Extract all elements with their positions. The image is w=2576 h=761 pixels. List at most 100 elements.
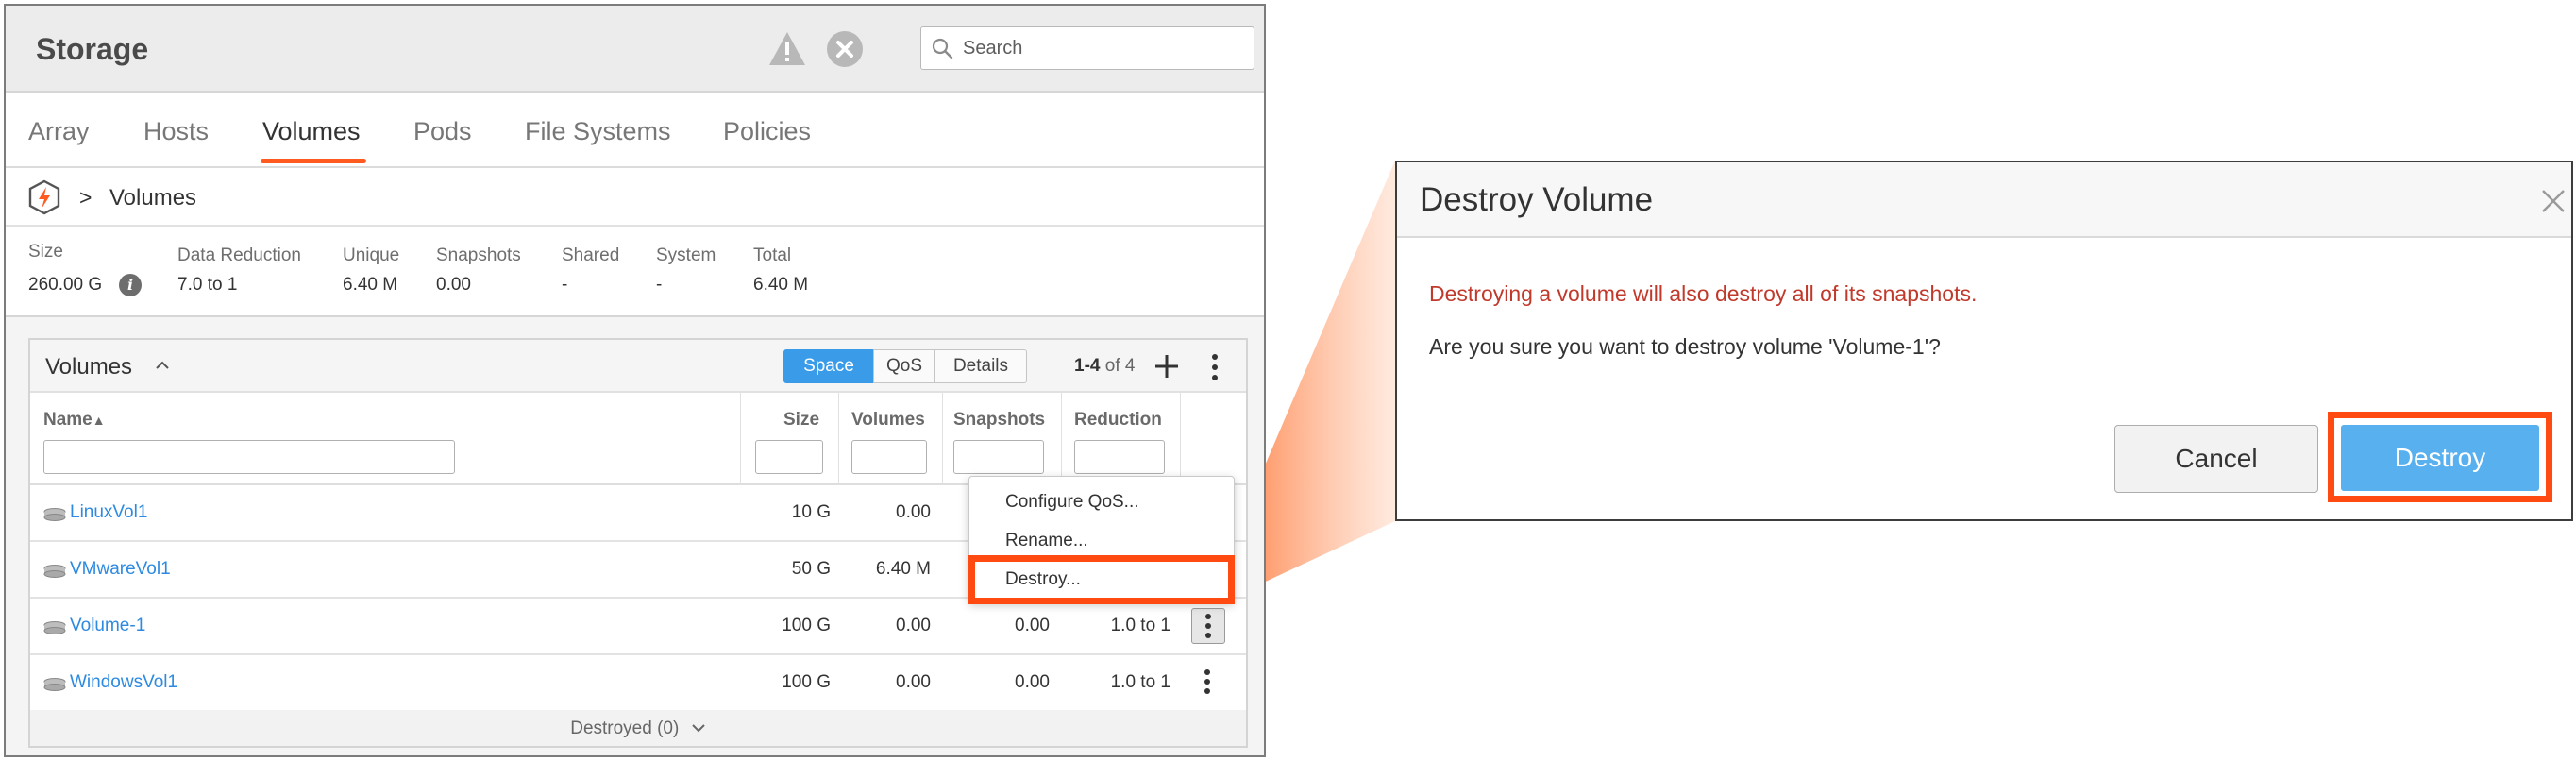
dialog-title: Destroy Volume xyxy=(1420,181,1654,218)
reduction-filter-input[interactable] xyxy=(1074,440,1165,474)
breadcrumb-separator: > xyxy=(79,185,93,210)
volume-name-link[interactable]: WindowsVol1 xyxy=(70,672,177,693)
view-details-button[interactable]: Details xyxy=(934,349,1027,383)
stat-label-snapshots: Snapshots xyxy=(436,245,521,265)
search-box[interactable] xyxy=(920,26,1254,70)
view-qos-button[interactable]: QoS xyxy=(873,349,935,383)
dialog-header: Destroy Volume xyxy=(1397,162,2571,238)
close-icon[interactable] xyxy=(2539,187,2568,215)
cell-size: 50 G xyxy=(791,559,831,579)
sort-ascending-icon: ▲ xyxy=(92,413,106,428)
tab-volumes[interactable]: Volumes xyxy=(262,117,361,146)
info-icon[interactable]: i xyxy=(119,274,142,296)
breadcrumb-current: Volumes xyxy=(109,185,197,211)
menu-item-configure-qos[interactable]: Configure QoS... xyxy=(1005,492,1139,513)
destroy-volume-dialog: Destroy Volume Destroying a volume will … xyxy=(1395,161,2573,521)
cell-volumes: 0.00 xyxy=(896,502,931,522)
cell-reduction: 1.0 to 1 xyxy=(1110,672,1170,692)
column-header-size[interactable]: Size xyxy=(783,410,819,431)
destroy-button[interactable]: Destroy xyxy=(2341,425,2539,491)
volumes-card-header: Volumes Space QoS Details 1-4 of 4 xyxy=(30,340,1246,393)
app-title: Storage xyxy=(36,32,149,66)
table-row[interactable]: WindowsVol1 100 G 0.00 0.00 1.0 to 1 xyxy=(30,655,1246,712)
tab-file-systems[interactable]: File Systems xyxy=(525,117,671,146)
stat-label-system: System xyxy=(656,245,716,265)
stat-value-unique: 6.40 M xyxy=(343,275,398,295)
stat-value-system: - xyxy=(656,275,663,295)
column-header-name[interactable]: Name▲ xyxy=(43,410,106,431)
stat-value-size: 260.00 G xyxy=(28,275,103,295)
close-circle-icon[interactable] xyxy=(826,30,864,68)
dialog-warning-text: Destroying a volume will also destroy al… xyxy=(1429,281,1978,306)
stat-value-snapshots: 0.00 xyxy=(436,275,471,295)
menu-item-rename[interactable]: Rename... xyxy=(1005,531,1088,551)
more-options-icon[interactable] xyxy=(1204,351,1225,383)
cell-size: 100 G xyxy=(782,616,831,635)
size-filter-input[interactable] xyxy=(755,440,823,474)
tab-pods[interactable]: Pods xyxy=(413,117,472,146)
chevron-up-icon[interactable] xyxy=(155,359,170,376)
volume-icon xyxy=(43,678,66,691)
stat-value-total: 6.40 M xyxy=(753,275,809,295)
table-header: Name▲ Size Volumes Snapshots Reduction xyxy=(30,393,1246,485)
table-row[interactable]: Volume-1 100 G 0.00 0.00 1.0 to 1 xyxy=(30,599,1246,655)
volumes-filter-input[interactable] xyxy=(851,440,927,474)
storage-panel: Storage Array Hosts Volumes Pods File Sy… xyxy=(4,4,1266,757)
column-divider xyxy=(1061,393,1062,485)
cell-size: 10 G xyxy=(791,502,831,522)
dialog-question-text: Are you sure you want to destroy volume … xyxy=(1429,334,1941,359)
cell-volumes: 0.00 xyxy=(896,616,931,635)
search-icon xyxy=(932,38,953,59)
stat-value-shared: - xyxy=(562,275,568,295)
nav-tabs: Array Hosts Volumes Pods File Systems Po… xyxy=(6,93,1264,168)
active-tab-indicator xyxy=(261,159,366,163)
stat-label-total: Total xyxy=(753,245,792,265)
app-header: Storage xyxy=(6,6,1264,93)
stat-label-unique: Unique xyxy=(343,245,400,265)
view-space-button[interactable]: Space xyxy=(783,349,874,383)
column-header-snapshots[interactable]: Snapshots xyxy=(953,410,1045,431)
tab-array[interactable]: Array xyxy=(28,117,90,146)
volume-name-link[interactable]: LinuxVol1 xyxy=(70,502,147,523)
cell-snapshots: 0.00 xyxy=(1015,616,1050,635)
row-actions-icon[interactable] xyxy=(1191,665,1225,701)
cell-snapshots: 0.00 xyxy=(1015,672,1050,692)
volume-name-link[interactable]: VMwareVol1 xyxy=(70,559,171,580)
volume-name-link[interactable]: Volume-1 xyxy=(70,616,145,636)
pagination-count: 1-4 of 4 xyxy=(1074,356,1135,377)
destroyed-toggle[interactable]: Destroyed (0) xyxy=(30,710,1246,746)
column-divider xyxy=(942,393,943,485)
volume-icon xyxy=(43,508,66,521)
cancel-button[interactable]: Cancel xyxy=(2114,425,2318,493)
breadcrumb: > Volumes xyxy=(6,168,1264,227)
name-filter-input[interactable] xyxy=(43,440,455,474)
column-divider xyxy=(1180,393,1181,485)
destroyed-label: Destroyed (0) xyxy=(570,719,680,738)
search-input[interactable] xyxy=(963,33,1246,63)
cell-size: 100 G xyxy=(782,672,831,692)
tab-hosts[interactable]: Hosts xyxy=(143,117,209,146)
space-stats: Size 260.00 G i Data Reduction 7.0 to 1 … xyxy=(6,227,1264,317)
cell-volumes: 6.40 M xyxy=(875,559,931,579)
column-divider xyxy=(838,393,839,485)
column-header-reduction[interactable]: Reduction xyxy=(1074,410,1162,431)
alert-icon[interactable] xyxy=(766,28,808,70)
add-volume-icon[interactable] xyxy=(1150,349,1184,383)
row-actions-icon[interactable] xyxy=(1191,608,1225,644)
chevron-down-icon xyxy=(692,724,705,733)
stat-label-shared: Shared xyxy=(562,245,620,265)
column-header-volumes[interactable]: Volumes xyxy=(851,410,925,431)
volumes-card-title: Volumes xyxy=(45,354,133,380)
tab-policies[interactable]: Policies xyxy=(723,117,811,146)
column-header-name-label: Name xyxy=(43,410,93,430)
destroy-menu-highlight xyxy=(968,555,1235,604)
pagination-total: of 4 xyxy=(1104,356,1136,376)
snapshots-filter-input[interactable] xyxy=(953,440,1044,474)
column-divider xyxy=(740,393,741,485)
stat-value-data-reduction: 7.0 to 1 xyxy=(177,275,238,295)
cell-reduction: 1.0 to 1 xyxy=(1110,616,1170,635)
array-logo-icon[interactable] xyxy=(26,179,62,220)
cell-volumes: 0.00 xyxy=(896,672,931,692)
stat-label-size: Size xyxy=(28,242,63,262)
volume-icon xyxy=(43,621,66,634)
